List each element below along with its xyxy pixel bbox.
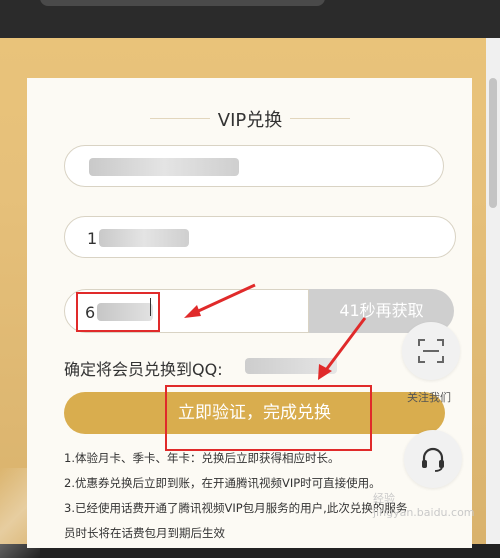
watermark: 经验 jingyan.baidu.com [373, 492, 475, 520]
scrollbar-thumb[interactable] [489, 78, 497, 208]
watermark-line-2: jingyan.baidu.com [373, 506, 475, 519]
arrowhead-code [184, 305, 201, 318]
watermark-line-1: 经验 [373, 492, 395, 505]
customer-service-button[interactable] [404, 430, 462, 488]
arrow-line-code [193, 283, 256, 315]
arrow-line-submit [324, 317, 367, 371]
follow-us-label: 关注我们 [407, 391, 451, 404]
scan-button[interactable] [402, 322, 460, 380]
scrollbar[interactable] [486, 38, 500, 544]
headset-icon [422, 447, 444, 472]
scan-icon [418, 339, 444, 363]
